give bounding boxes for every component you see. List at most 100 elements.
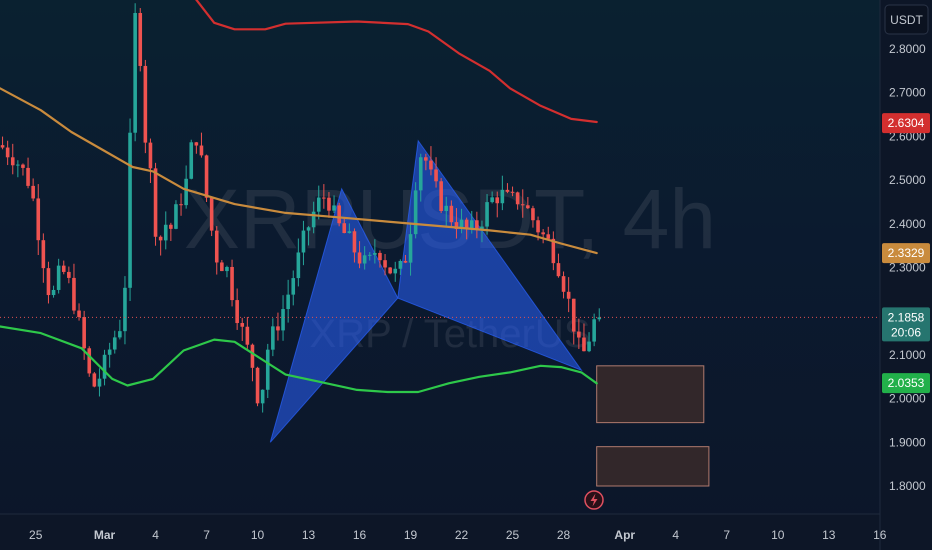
candle-body xyxy=(536,220,540,233)
candle-body xyxy=(87,348,92,374)
candle-body xyxy=(408,234,413,263)
candle-body xyxy=(291,278,296,295)
candle-body xyxy=(82,317,86,349)
candle-body xyxy=(362,255,367,264)
candle-body xyxy=(107,349,112,355)
candle-body xyxy=(541,232,545,235)
candle-body xyxy=(373,252,377,255)
candle-body xyxy=(429,160,433,170)
candle-body xyxy=(235,300,239,324)
candle-body xyxy=(347,231,352,234)
x-tick-label: 4 xyxy=(672,528,679,542)
price-axis[interactable] xyxy=(880,0,932,550)
chart-root[interactable]: XRPUSDT, 4h XRP / TetherUS 2.8000 2.7000 2.… xyxy=(0,0,932,550)
y-tick-label: 2.1000 xyxy=(889,348,926,362)
price-chart[interactable]: XRPUSDT, 4hXRP / TetherUS 2.80002.70002.… xyxy=(0,0,932,550)
candle-body xyxy=(418,157,423,191)
candle-body xyxy=(225,266,229,272)
candle-body xyxy=(301,230,306,253)
zone-box-2[interactable] xyxy=(596,446,710,487)
candle-body xyxy=(41,240,46,269)
price-badge-countdown: 20:06 xyxy=(891,325,921,339)
candle-body xyxy=(67,271,71,278)
candle-body xyxy=(546,234,551,239)
candle-body xyxy=(36,198,41,241)
candle-body xyxy=(393,268,398,274)
candle-body xyxy=(118,331,122,338)
candle-body xyxy=(46,268,51,296)
candle-body xyxy=(367,254,372,256)
candle-body xyxy=(265,349,270,390)
candle-body xyxy=(10,157,15,166)
moving-average-line-1[interactable] xyxy=(184,0,598,124)
candle-body xyxy=(286,294,290,310)
price-badge-value: 2.3329 xyxy=(888,246,925,260)
candle-body xyxy=(306,227,311,231)
candle-body xyxy=(199,145,204,156)
time-axis[interactable] xyxy=(0,514,880,550)
candle-body xyxy=(464,219,469,229)
candle-body xyxy=(413,190,418,235)
candle-body xyxy=(209,197,214,231)
candle-body xyxy=(102,354,107,379)
candle-body xyxy=(316,197,321,212)
candle-body xyxy=(424,157,428,161)
candle-body xyxy=(250,344,255,368)
candle-body xyxy=(592,319,596,342)
candle-body xyxy=(403,260,408,263)
candle-body xyxy=(520,204,525,206)
x-tick-label: 19 xyxy=(404,528,418,542)
candle-body xyxy=(485,202,489,227)
zone-box-1[interactable] xyxy=(596,365,705,424)
candle-body xyxy=(26,167,30,186)
candle-body xyxy=(439,181,443,211)
x-tick-label: 25 xyxy=(29,528,43,542)
lightning-icon[interactable] xyxy=(584,490,604,510)
candle-body xyxy=(123,287,127,332)
candle-body xyxy=(490,197,494,203)
candle-body xyxy=(158,236,163,241)
candle-body xyxy=(128,132,132,288)
candle-body xyxy=(444,205,449,211)
candle-body xyxy=(357,252,362,264)
candle-body xyxy=(352,231,357,253)
candle-body xyxy=(566,291,571,299)
candle-body xyxy=(469,220,474,229)
candle-body xyxy=(526,205,530,209)
candle-body xyxy=(214,230,219,263)
y-tick-label: 2.0000 xyxy=(889,392,926,406)
candle-body xyxy=(245,326,250,345)
price-badge-value: 2.6304 xyxy=(888,116,925,130)
candle-body xyxy=(500,189,505,204)
candle-body xyxy=(505,189,510,192)
x-tick-label: 10 xyxy=(251,528,265,542)
price-badge-value: 2.1858 xyxy=(888,310,925,324)
candle-body xyxy=(255,367,260,404)
y-tick-label: 1.9000 xyxy=(889,435,926,449)
candle-body xyxy=(72,277,76,311)
x-tick-label: 22 xyxy=(455,528,469,542)
x-tick-label: 7 xyxy=(203,528,210,542)
candle-body xyxy=(133,13,137,133)
price-badge-value: 2.0353 xyxy=(888,376,925,390)
candle-body xyxy=(31,185,35,199)
x-tick-label: 7 xyxy=(723,528,730,542)
candle-body xyxy=(179,204,183,206)
candle-body xyxy=(153,168,158,237)
x-tick-label: 16 xyxy=(873,528,887,542)
y-tick-label: 2.4000 xyxy=(889,217,926,231)
candle-body xyxy=(0,145,5,148)
candle-body xyxy=(143,65,148,143)
candle-body xyxy=(260,389,265,404)
candle-body xyxy=(296,252,301,279)
candle-body xyxy=(138,13,143,66)
candle-body xyxy=(571,298,576,332)
candle-body xyxy=(169,224,173,229)
candle-body xyxy=(92,373,97,387)
candle-body xyxy=(194,142,199,146)
candle-body xyxy=(449,205,454,223)
currency-label: USDT xyxy=(890,13,923,27)
candle-body xyxy=(240,323,245,327)
candle-body xyxy=(220,262,224,272)
candle-body xyxy=(515,192,520,205)
